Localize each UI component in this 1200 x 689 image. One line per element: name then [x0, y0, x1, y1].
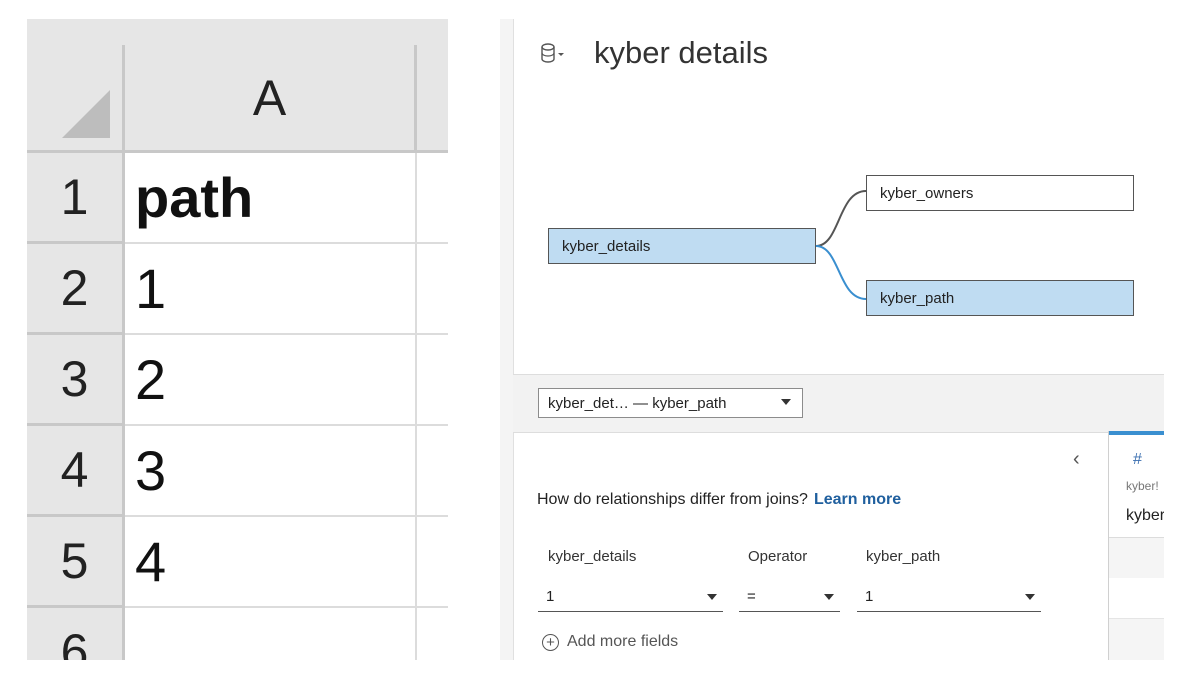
collapse-chevron-icon[interactable]: ‹	[1073, 448, 1080, 471]
left-field-label: kyber_details	[548, 548, 637, 565]
table-row	[1109, 538, 1164, 578]
preview-column-name[interactable]: kyber	[1126, 507, 1164, 525]
ribbon-edge	[27, 19, 448, 45]
add-more-fields-label: Add more fields	[567, 633, 679, 650]
table-kyber-details[interactable]: kyber_details	[548, 228, 816, 264]
operator-label: Operator	[748, 548, 808, 565]
cell-b2[interactable]	[417, 244, 448, 335]
preview-column-source: kyber!	[1126, 479, 1159, 493]
relationships-question: How do relationships differ from joins?	[537, 491, 808, 508]
spreadsheet: A 1 2 3 4 5 6 path 1 2 3 4	[27, 19, 448, 660]
cell-b1[interactable]	[417, 153, 448, 244]
dropdown-caret-icon	[707, 594, 717, 600]
table-kyber-path[interactable]: kyber_path	[866, 280, 1134, 316]
cell-a2[interactable]: 1	[125, 244, 417, 335]
selected-column-indicator	[1109, 431, 1164, 435]
left-pane-edge	[500, 19, 514, 660]
cell-a5[interactable]: 4	[125, 517, 417, 608]
left-field-value: 1	[546, 588, 555, 605]
right-field-value: 1	[865, 588, 874, 605]
cell-b4[interactable]	[417, 426, 448, 517]
row-header-4[interactable]: 4	[27, 426, 125, 517]
right-field-select[interactable]: 1	[857, 582, 1041, 612]
dropdown-caret-icon	[1025, 594, 1035, 600]
left-field-select[interactable]: 1	[538, 582, 723, 612]
select-all-corner[interactable]	[27, 45, 125, 153]
relationships-help-text: How do relationships differ from joins? L…	[537, 491, 901, 509]
row-header-3[interactable]: 3	[27, 335, 125, 426]
cell-a6[interactable]	[125, 608, 417, 660]
table-kyber-owners[interactable]: kyber_owners	[866, 175, 1134, 211]
cell-b3[interactable]	[417, 335, 448, 426]
table-row	[1109, 619, 1164, 660]
relationship-selector-label: kyber_det… — kyber_path	[548, 394, 727, 412]
column-header-a[interactable]: A	[125, 45, 417, 153]
data-source-title[interactable]: kyber details	[594, 35, 768, 71]
operator-select[interactable]: =	[739, 582, 840, 612]
data-source-panel: kyber details kyber_details kyber_owners…	[500, 19, 1164, 660]
row-header-2[interactable]: 2	[27, 244, 125, 335]
relationship-selector[interactable]: kyber_det… — kyber_path	[538, 388, 803, 418]
row-header-6[interactable]: 6	[27, 608, 125, 660]
learn-more-link[interactable]: Learn more	[814, 491, 901, 508]
column-header-b[interactable]	[417, 45, 448, 153]
row-header-5[interactable]: 5	[27, 517, 125, 608]
cell-b5[interactable]	[417, 517, 448, 608]
right-field-label: kyber_path	[866, 548, 941, 565]
cell-a3[interactable]: 2	[125, 335, 417, 426]
row-header-1[interactable]: 1	[27, 153, 125, 244]
operator-value: =	[747, 588, 756, 605]
database-cylinder-icon[interactable]	[540, 41, 564, 67]
number-type-icon[interactable]: #	[1133, 451, 1142, 469]
plus-circle-icon: +	[542, 633, 559, 651]
cell-b6[interactable]	[417, 608, 448, 660]
cell-a1[interactable]: path	[125, 153, 417, 244]
data-preview-grid: # kyber! kyber	[1108, 431, 1164, 660]
add-more-fields-button[interactable]: + Add more fields	[542, 633, 678, 651]
dropdown-caret-icon	[824, 594, 834, 600]
cell-a4[interactable]: 3	[125, 426, 417, 517]
dropdown-caret-icon	[781, 399, 791, 405]
